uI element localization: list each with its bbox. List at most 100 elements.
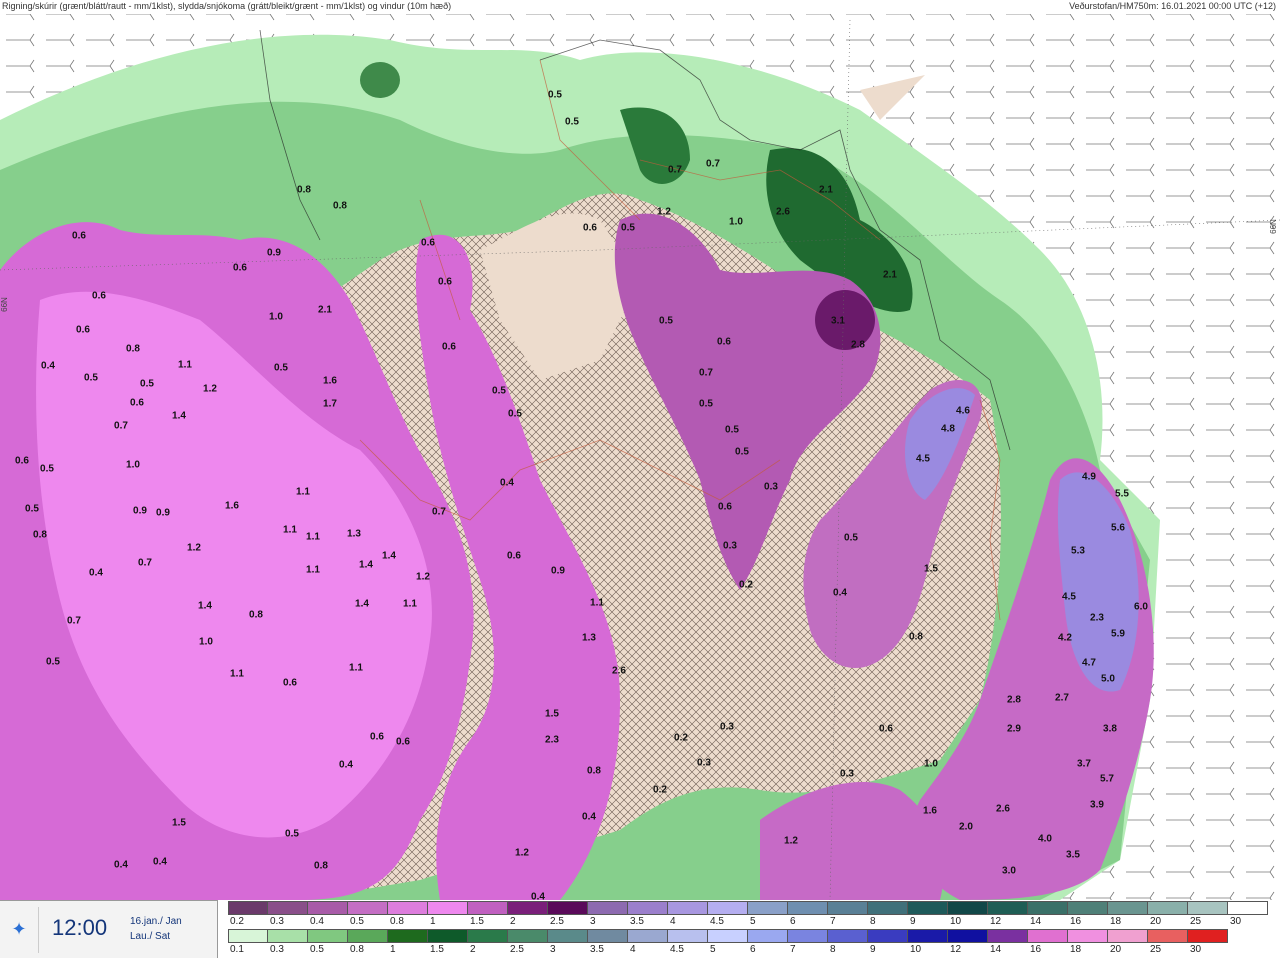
legend-swatch	[748, 929, 788, 943]
precip-value-label: 1.1	[349, 662, 363, 674]
rain-color-scale	[228, 929, 1228, 943]
precip-value-label: 0.5	[725, 424, 739, 436]
wind-forecast-icon: ✦	[11, 919, 27, 940]
precip-value-label: 1.2	[515, 847, 529, 859]
precip-value-label: 0.6	[130, 397, 144, 409]
precip-value-label: 0.6	[438, 276, 452, 288]
legend-label: 14	[990, 944, 1002, 955]
legend-swatch	[748, 901, 788, 915]
legend-label: 1.5	[430, 944, 444, 955]
legend-swatch	[1068, 901, 1108, 915]
precip-value-label: 1.2	[416, 571, 430, 583]
legend-swatch	[348, 901, 388, 915]
precip-value-label: 0.7	[67, 615, 81, 627]
legend-label: 4.5	[710, 916, 724, 927]
legend-label: 0.3	[270, 944, 284, 955]
legend-label: 20	[1150, 916, 1162, 927]
legend-label: 30	[1190, 944, 1202, 955]
precip-value-label: 0.7	[699, 367, 713, 379]
legend-swatch	[668, 901, 708, 915]
precip-value-label: 1.6	[323, 375, 337, 387]
precip-value-label: 0.8	[909, 631, 923, 643]
legend-swatch	[628, 901, 668, 915]
precip-value-label: 0.5	[492, 385, 506, 397]
precip-value-label: 1.5	[924, 563, 938, 575]
snow-color-scale	[228, 901, 1268, 915]
legend-swatch	[948, 929, 988, 943]
precip-value-label: 1.1	[178, 359, 192, 371]
precip-value-label: 4.8	[941, 423, 955, 435]
precip-value-label: 0.8	[587, 765, 601, 777]
legend-swatch	[508, 901, 548, 915]
legend-label: 0.3	[270, 916, 284, 927]
precip-value-label: 0.3	[723, 540, 737, 552]
lat-label-east: 66N	[1268, 219, 1278, 234]
precip-value-label: 2.6	[776, 206, 790, 218]
legend-swatch	[428, 901, 468, 915]
precip-value-label: 0.4	[582, 811, 596, 823]
precip-value-label: 0.4	[41, 360, 55, 372]
precip-value-label: 0.8	[314, 860, 328, 872]
precip-value-label: 0.6	[396, 736, 410, 748]
precip-value-label: 0.4	[500, 477, 514, 489]
precip-value-label: 1.1	[306, 564, 320, 576]
legend-label: 10	[910, 944, 922, 955]
precip-value-label: 0.5	[735, 446, 749, 458]
legend-label: 20	[1110, 944, 1122, 955]
lat-label-west: 66N	[0, 297, 9, 312]
precip-value-label: 1.1	[296, 486, 310, 498]
precip-value-label: 4.5	[916, 453, 930, 465]
legend-label: 30	[1230, 916, 1242, 927]
legend-label: 16	[1030, 944, 1042, 955]
precip-value-label: 3.5	[1066, 849, 1080, 861]
legend-swatch	[308, 901, 348, 915]
precip-value-label: 0.5	[621, 222, 635, 234]
precip-value-label: 4.0	[1038, 833, 1052, 845]
legend-swatch	[468, 929, 508, 943]
precip-value-label: 0.9	[133, 505, 147, 517]
precip-value-label: 0.7	[432, 506, 446, 518]
precip-value-label: 2.1	[819, 184, 833, 196]
precip-value-label: 0.7	[668, 164, 682, 176]
legend-label: 4	[630, 944, 636, 955]
legend-swatch	[788, 929, 828, 943]
map-title: Rigning/skúrir (grænt/blátt/rautt - mm/1…	[2, 1, 452, 11]
legend-label: 1	[430, 916, 436, 927]
precip-value-label: 1.1	[403, 598, 417, 610]
precip-value-label: 0.3	[720, 721, 734, 733]
forecast-date-line2: Lau./ Sat	[130, 931, 171, 942]
precip-value-label: 4.2	[1058, 632, 1072, 644]
precip-value-label: 0.6	[76, 324, 90, 336]
precip-value-label: 1.0	[269, 311, 283, 323]
legend-label: 4	[670, 916, 676, 927]
legend-label: 7	[790, 944, 796, 955]
legend-swatch	[1108, 901, 1148, 915]
legend-label: 25	[1150, 944, 1162, 955]
legend-swatch	[708, 901, 748, 915]
precip-value-label: 3.9	[1090, 799, 1104, 811]
precip-value-label: 0.4	[89, 567, 103, 579]
precip-value-label: 0.6	[583, 222, 597, 234]
precip-value-label: 1.2	[203, 383, 217, 395]
legend-label: 5	[750, 916, 756, 927]
precip-value-label: 1.3	[582, 632, 596, 644]
legend-swatch	[668, 929, 708, 943]
precip-value-label: 0.5	[508, 408, 522, 420]
precipitation-legend: 0.2 0.3 0.4 0.5 0.8 1 1.5 2 2.5 3 3.5 4 4.5 5 6 7 8 9 10 12…	[228, 900, 1280, 958]
legend-swatch	[988, 901, 1028, 915]
legend-swatch	[228, 901, 268, 915]
legend-swatch	[1188, 929, 1228, 943]
precip-value-label: 3.1	[831, 315, 845, 327]
precip-value-label: 2.8	[851, 339, 865, 351]
precip-value-label: 0.6	[507, 550, 521, 562]
legend-label: 2	[470, 944, 476, 955]
precip-value-label: 0.6	[718, 501, 732, 513]
precip-value-label: 0.6	[879, 723, 893, 735]
legend-label: 8	[870, 916, 876, 927]
legend-swatch	[428, 929, 468, 943]
precip-value-label: 0.5	[40, 463, 54, 475]
precip-value-label: 0.9	[267, 247, 281, 259]
precip-value-label: 1.4	[382, 550, 396, 562]
legend-swatch	[1028, 929, 1068, 943]
legend-label: 0.5	[350, 916, 364, 927]
